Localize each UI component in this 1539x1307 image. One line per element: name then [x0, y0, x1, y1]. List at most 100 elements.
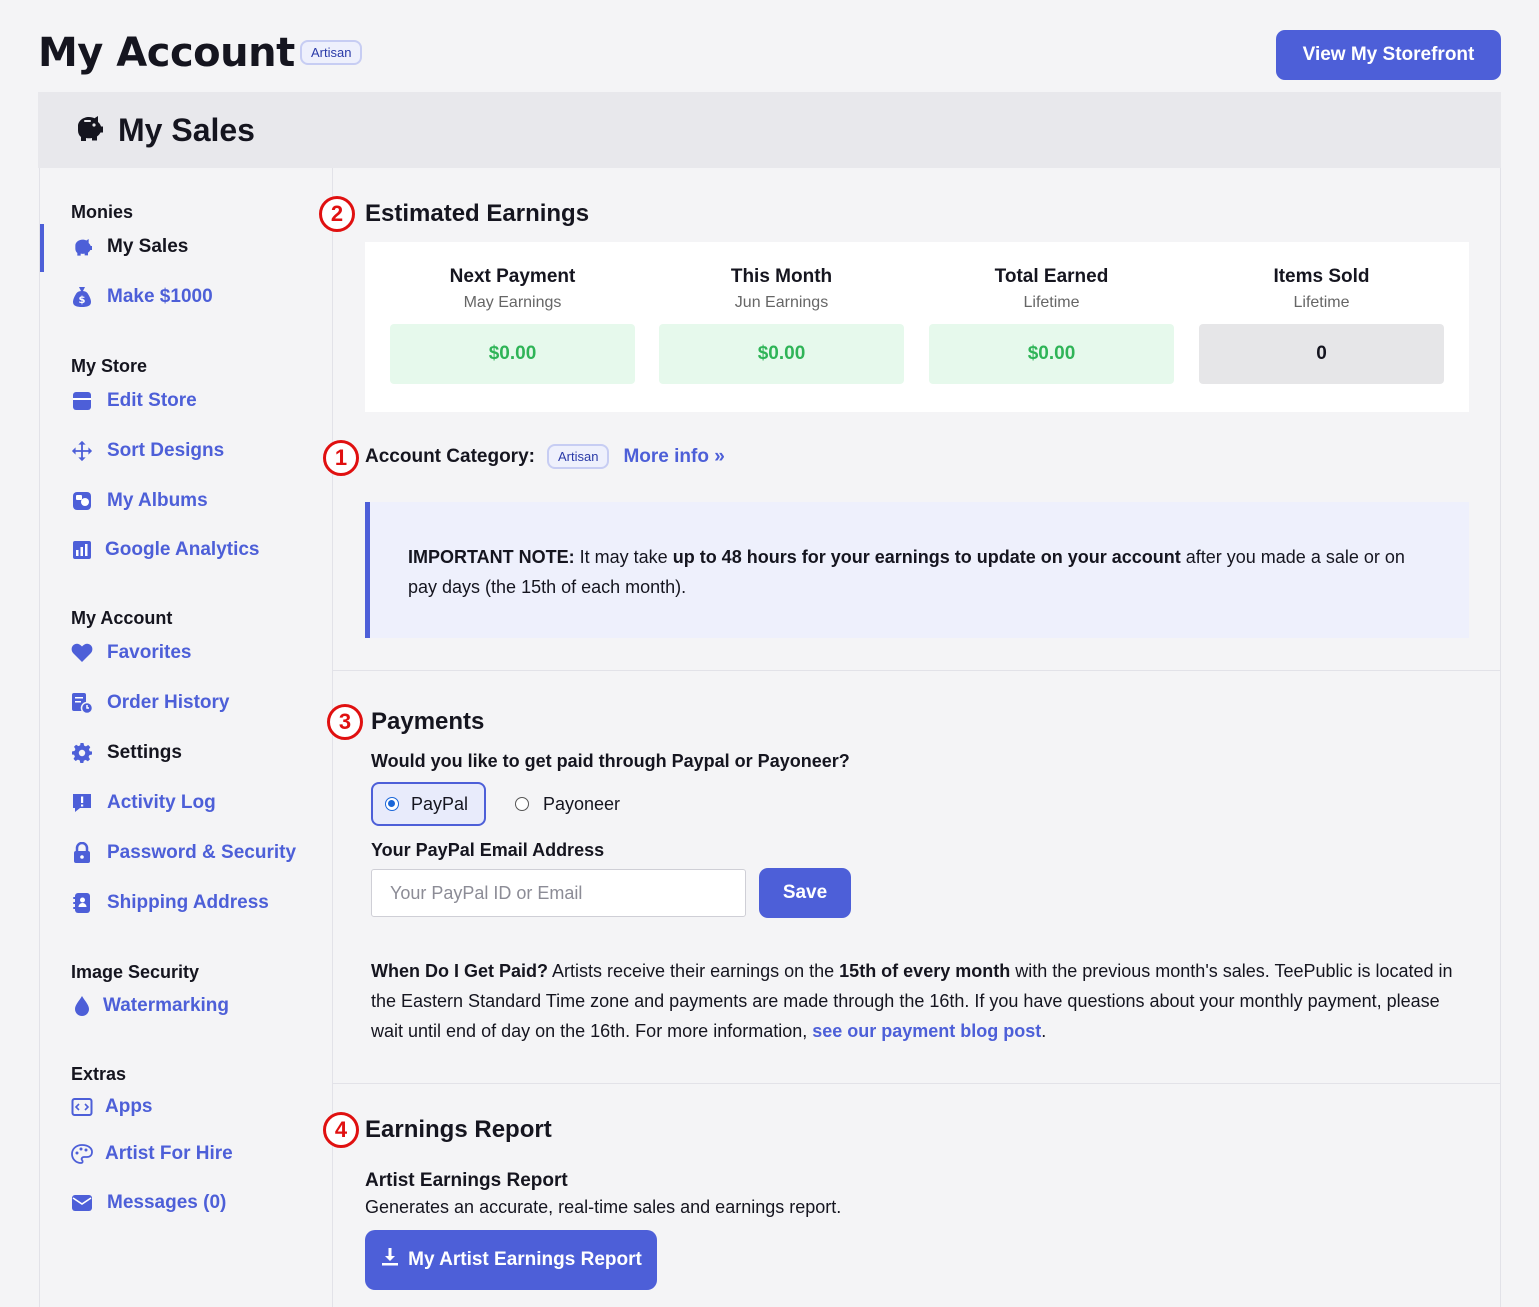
- sidebar-item-messages[interactable]: Messages (0): [71, 1192, 226, 1214]
- bar-chart-icon: [71, 539, 93, 561]
- sidebar-item-my-albums[interactable]: My Albums: [71, 490, 208, 512]
- sidebar-left-border: [39, 168, 40, 1307]
- stat-label: Items Sold: [1273, 266, 1370, 287]
- sidebar-item-my-sales[interactable]: My Sales: [71, 236, 188, 258]
- sidebar-item-label: Activity Log: [107, 792, 216, 813]
- sidebar-item-label: My Albums: [107, 490, 208, 511]
- page-title: My Account: [38, 30, 295, 76]
- paypal-email-input[interactable]: [371, 869, 746, 917]
- sidebar-group-image-security: Image Security: [71, 962, 200, 982]
- album-icon: [71, 490, 93, 512]
- alert-icon: [71, 792, 93, 814]
- sidebar-item-label: Sort Designs: [107, 440, 225, 461]
- earnings-report-button[interactable]: My Artist Earnings Report: [365, 1230, 657, 1290]
- sidebar-item-order-history[interactable]: Order History: [71, 692, 229, 714]
- stat-value: $0.00: [390, 324, 635, 384]
- button-label: My Artist Earnings Report: [408, 1249, 642, 1270]
- stat-sub: Lifetime: [1293, 294, 1350, 311]
- money-bag-icon: $: [71, 286, 93, 308]
- radio-label: PayPal: [411, 793, 469, 814]
- estimated-earnings-heading: Estimated Earnings: [365, 200, 590, 227]
- sidebar-item-apps[interactable]: Apps: [71, 1096, 153, 1118]
- section-title: My Sales: [118, 111, 255, 148]
- stat-total-earned: Total Earned Lifetime $0.00: [929, 266, 1174, 384]
- artist-earnings-report-title: Artist Earnings Report: [365, 1170, 568, 1191]
- store-icon: [71, 390, 93, 412]
- sidebar-item-make-1000[interactable]: $ Make $1000: [71, 286, 213, 308]
- sidebar-item-google-analytics[interactable]: Google Analytics: [71, 539, 260, 561]
- main-right-border: [1500, 168, 1501, 1307]
- payment-info-text: When Do I Get Paid? Artists receive thei…: [371, 956, 1461, 1046]
- sidebar-item-shipping-address[interactable]: Shipping Address: [71, 892, 269, 914]
- lock-icon: [71, 842, 93, 864]
- payment-method-question: Would you like to get paid through Paypa…: [371, 751, 850, 771]
- sidebar-group-extras: Extras: [71, 1064, 127, 1084]
- stat-label: This Month: [730, 266, 833, 287]
- section-band: My Sales: [38, 92, 1501, 168]
- payoneer-radio[interactable]: [515, 797, 529, 811]
- sidebar-group-my-account: My Account: [71, 608, 173, 628]
- sidebar-item-password-security[interactable]: Password & Security: [71, 842, 296, 864]
- payment-blog-link[interactable]: see our payment blog post: [812, 1021, 1041, 1041]
- sidebar-item-label: Watermarking: [103, 995, 229, 1016]
- sidebar-item-label: Artist For Hire: [105, 1143, 233, 1164]
- active-indicator: [40, 224, 44, 272]
- sidebar-item-artist-for-hire[interactable]: Artist For Hire: [71, 1143, 233, 1165]
- stat-value: 0: [1199, 324, 1444, 384]
- note-bold: up to 48 hours for your earnings to upda…: [672, 547, 1181, 567]
- sidebar-item-settings[interactable]: Settings: [71, 742, 182, 764]
- paid-lead: When Do I Get Paid?: [371, 961, 549, 981]
- marker-4: 4: [323, 1112, 359, 1148]
- sidebar-item-favorites[interactable]: Favorites: [71, 642, 191, 664]
- paypal-radio-option[interactable]: PayPal: [371, 782, 486, 826]
- payments-heading: Payments: [371, 708, 485, 735]
- sidebar-item-sort-designs[interactable]: Sort Designs: [71, 440, 224, 462]
- sidebar-item-activity-log[interactable]: Activity Log: [71, 792, 216, 814]
- sidebar-item-label: Settings: [107, 742, 182, 763]
- sidebar-group-my-store: My Store: [71, 356, 148, 376]
- account-category-row: Account Category: Artisan More info »: [365, 444, 725, 469]
- svg-text:$: $: [79, 295, 86, 306]
- sidebar-item-label: Shipping Address: [107, 892, 269, 913]
- sidebar-item-label: Order History: [107, 692, 230, 713]
- view-storefront-button[interactable]: View My Storefront: [1276, 30, 1501, 80]
- paid-bold: 15th of every month: [839, 961, 1011, 981]
- payoneer-radio-option[interactable]: Payoneer: [515, 782, 620, 826]
- paypal-radio[interactable]: [385, 797, 399, 811]
- order-history-icon: [71, 692, 93, 714]
- stat-sub: Lifetime: [1023, 294, 1080, 311]
- stat-label: Next Payment: [449, 266, 576, 287]
- sidebar-item-label: Favorites: [107, 642, 192, 663]
- more-info-link[interactable]: More info »: [623, 446, 724, 468]
- stat-items-sold: Items Sold Lifetime 0: [1199, 266, 1444, 384]
- stat-this-month: This Month Jun Earnings $0.00: [659, 266, 904, 384]
- stat-label: Total Earned: [994, 266, 1109, 287]
- stat-sub: May Earnings: [463, 294, 562, 311]
- stat-next-payment: Next Payment May Earnings $0.00: [390, 266, 635, 384]
- earnings-report-heading: Earnings Report: [365, 1116, 552, 1143]
- stat-sub: Jun Earnings: [734, 294, 829, 311]
- paid-text: Artists receive their earnings on the: [548, 961, 840, 981]
- account-category-badge: Artisan: [546, 444, 610, 469]
- radio-label: Payoneer: [543, 793, 621, 814]
- important-note: IMPORTANT NOTE: It may take up to 48 hou…: [365, 502, 1469, 638]
- marker-3: 3: [327, 704, 363, 740]
- address-book-icon: [71, 892, 93, 914]
- piggy-bank-icon: [72, 113, 104, 147]
- marker-2: 2: [319, 196, 355, 232]
- section-divider: [333, 1083, 1500, 1084]
- save-button[interactable]: Save: [759, 868, 851, 918]
- note-lead: IMPORTANT NOTE:: [408, 547, 575, 567]
- sidebar-item-watermarking[interactable]: Watermarking: [71, 995, 229, 1017]
- paid-text: .: [1041, 1021, 1047, 1041]
- sidebar-item-label: Make $1000: [107, 286, 213, 307]
- heart-icon: [71, 642, 93, 664]
- download-icon: [380, 1247, 400, 1273]
- stat-value: $0.00: [929, 324, 1174, 384]
- sidebar-item-edit-store[interactable]: Edit Store: [71, 390, 197, 412]
- sidebar-group-monies: Monies: [71, 202, 134, 222]
- account-category-label: Account Category:: [365, 445, 535, 467]
- piggy-bank-icon: [71, 236, 93, 258]
- droplet-icon: [71, 995, 93, 1017]
- sidebar-item-label: Password & Security: [107, 842, 297, 863]
